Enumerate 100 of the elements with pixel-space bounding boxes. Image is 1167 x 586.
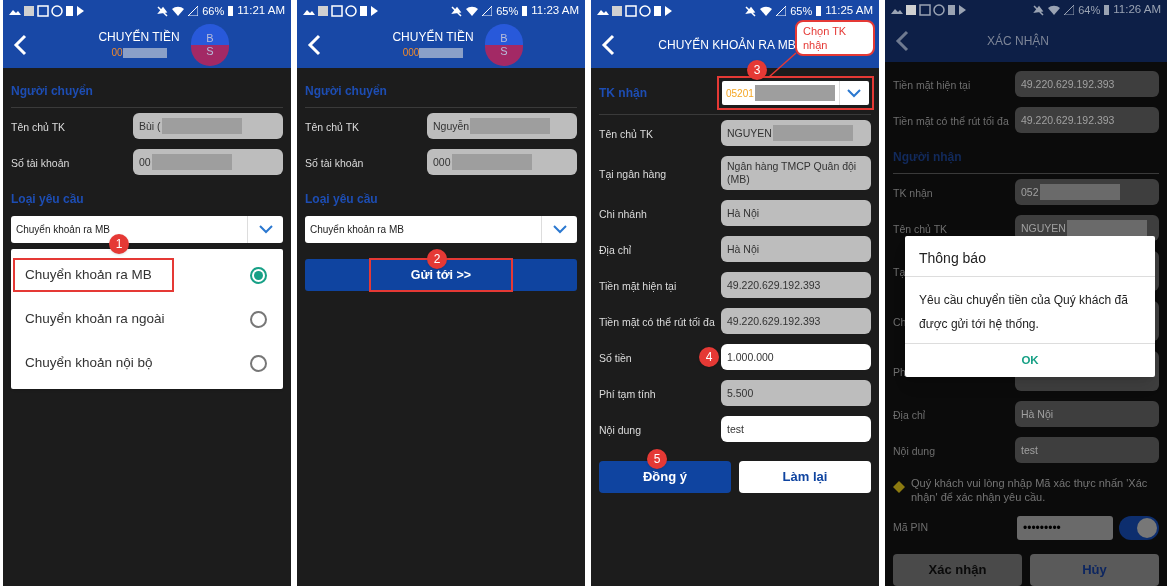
field-label: Số tài khoản (305, 157, 364, 169)
signal-icon (1064, 5, 1075, 16)
field-value: 000 (433, 155, 451, 169)
field-label: Tiền mặt hiện tại (893, 79, 971, 91)
field-value: Hà Nội (1021, 407, 1054, 421)
signal-icon (776, 6, 787, 16)
account-number: 000 (402, 46, 420, 60)
input-field[interactable]: 1.000.000 (721, 344, 871, 370)
field-label: Tiền mặt có thể rút tối đa (599, 316, 715, 328)
field-label: Phí tạm tính (599, 388, 656, 400)
account-number: 00 (111, 46, 123, 60)
field-label: Tên chủ TK (599, 128, 654, 140)
section-title: Loại yêu cầu (11, 192, 84, 206)
field-label: Tại ngân hàng (599, 168, 667, 180)
field-value: Ngân hàng TMCP Quân đội (MB) (727, 160, 858, 186)
field-label: Tiền mặt hiện tại (599, 280, 677, 292)
field-label: Mã PIN (893, 520, 929, 536)
field-value: 5.500 (727, 386, 754, 400)
field-value: test (727, 422, 744, 436)
signal-icon (188, 6, 199, 16)
toggle-switch[interactable] (1119, 516, 1159, 540)
battery-percent: 66% (202, 3, 225, 19)
bubble-letter: B (206, 32, 214, 45)
wifi-icon (172, 6, 185, 16)
field-value: NGUYEN (1021, 221, 1066, 235)
field-label: Số tiền (599, 352, 632, 364)
menu-option[interactable]: Chuyển khoản ra MB (11, 253, 283, 297)
warning-icon (893, 481, 905, 493)
bubble-letter: S (500, 45, 508, 58)
field-label: Tiền mặt có thể rút tối đa (893, 115, 1009, 127)
section-title: Người chuyển (11, 84, 93, 98)
field-label: Địa chỉ (599, 244, 632, 256)
field-value: 49.220.629.192.393 (727, 314, 821, 328)
field-label: Nội dung (893, 445, 936, 457)
input-field[interactable]: test (721, 416, 871, 442)
field-label: TK nhận (599, 85, 648, 102)
radio-button[interactable] (250, 266, 267, 284)
field-label: Tên chủ TK (893, 223, 948, 235)
battery-icon (1104, 5, 1110, 16)
field-value: Hà Nội (727, 206, 760, 220)
mute-icon (157, 5, 169, 17)
menu-option[interactable]: Chuyển khoản nội bộ (11, 341, 283, 385)
field-value: 052 (1021, 185, 1039, 199)
step-marker: 2 (427, 249, 447, 269)
callout-note: Chọn TK nhận (795, 20, 875, 56)
step-marker: 5 (647, 449, 667, 469)
option-label: Chuyển khoản ra MB (13, 257, 174, 293)
bubble-letter: B (500, 32, 508, 45)
clock-time: 11:23 AM (531, 3, 579, 19)
battery-icon (522, 6, 528, 16)
wifi-icon (760, 6, 773, 16)
field-label: Chi nhánh (599, 208, 647, 220)
radio-button[interactable] (250, 354, 267, 372)
chevron-down-icon (258, 225, 273, 234)
redacted-block (419, 47, 464, 58)
section-title: Người chuyển (305, 84, 387, 98)
wifi-icon (1048, 5, 1061, 16)
clock-time: 11:21 AM (237, 3, 285, 19)
header-title: XÁC NHẬN (987, 33, 1049, 49)
chevron-down-icon (552, 225, 567, 234)
field-value: 00 (139, 155, 151, 169)
battery-percent: 64% (1078, 2, 1101, 18)
battery-icon (816, 6, 822, 16)
back-icon[interactable] (895, 30, 909, 53)
battery-percent: 65% (790, 3, 813, 19)
section-title: Loại yêu cầu (305, 192, 378, 206)
field-value: Bùi ( (139, 119, 161, 133)
field-value: 49.220.629.192.393 (1021, 113, 1115, 127)
option-label: Chuyển khoản ra ngoài (24, 309, 166, 328)
dialog-message: Yêu cầu chuyển tiền của Quý khách đã được gửi tới hệ thống. (919, 293, 1128, 331)
field-label: Số tài khoản (11, 157, 70, 169)
secondary-button[interactable]: Làm lại (739, 461, 871, 493)
field-label: Tên chủ TK (305, 121, 360, 133)
chevron-down-icon (847, 88, 862, 98)
section-title: Người nhận (893, 150, 962, 164)
radio-button[interactable] (250, 310, 267, 328)
bubble-letter: S (206, 45, 214, 58)
field-label: Tạ (893, 266, 906, 278)
floating-bubble[interactable]: B S (485, 24, 523, 66)
field-value: Nguyễn (433, 119, 470, 133)
mute-icon (1033, 4, 1045, 16)
menu-option[interactable]: Chuyển khoản ra ngoài (11, 297, 283, 341)
mute-icon (451, 5, 463, 17)
select-value: Chuyển khoản ra MB (309, 223, 405, 237)
battery-percent: 65% (496, 3, 519, 19)
dropdown-select[interactable]: Chuyển khoản ra MB (305, 216, 577, 243)
pin-field[interactable]: ••••••••• (1017, 516, 1113, 540)
mute-icon (745, 5, 757, 17)
option-label: Chuyển khoản nội bộ (24, 353, 154, 372)
field-value: NGUYEN (727, 126, 772, 140)
floating-bubble[interactable]: B S (191, 24, 229, 66)
header-title: CHUYỂN TIỀN (392, 30, 474, 45)
field-value: test (1021, 443, 1038, 457)
step-marker: 4 (699, 347, 719, 367)
field-label: Nội dung (599, 424, 642, 436)
header-title: CHUYỂN KHOẢN RA MB (658, 37, 796, 53)
dialog-title: Thông báo (919, 250, 986, 266)
notice-text: Quý khách vui lòng nhập Mã xác thực nhấn 'Xác nhận' để xác nhận yêu cầu. (911, 476, 1149, 504)
clock-time: 11:26 AM (1113, 2, 1161, 18)
field-label: TK nhận (893, 187, 933, 199)
